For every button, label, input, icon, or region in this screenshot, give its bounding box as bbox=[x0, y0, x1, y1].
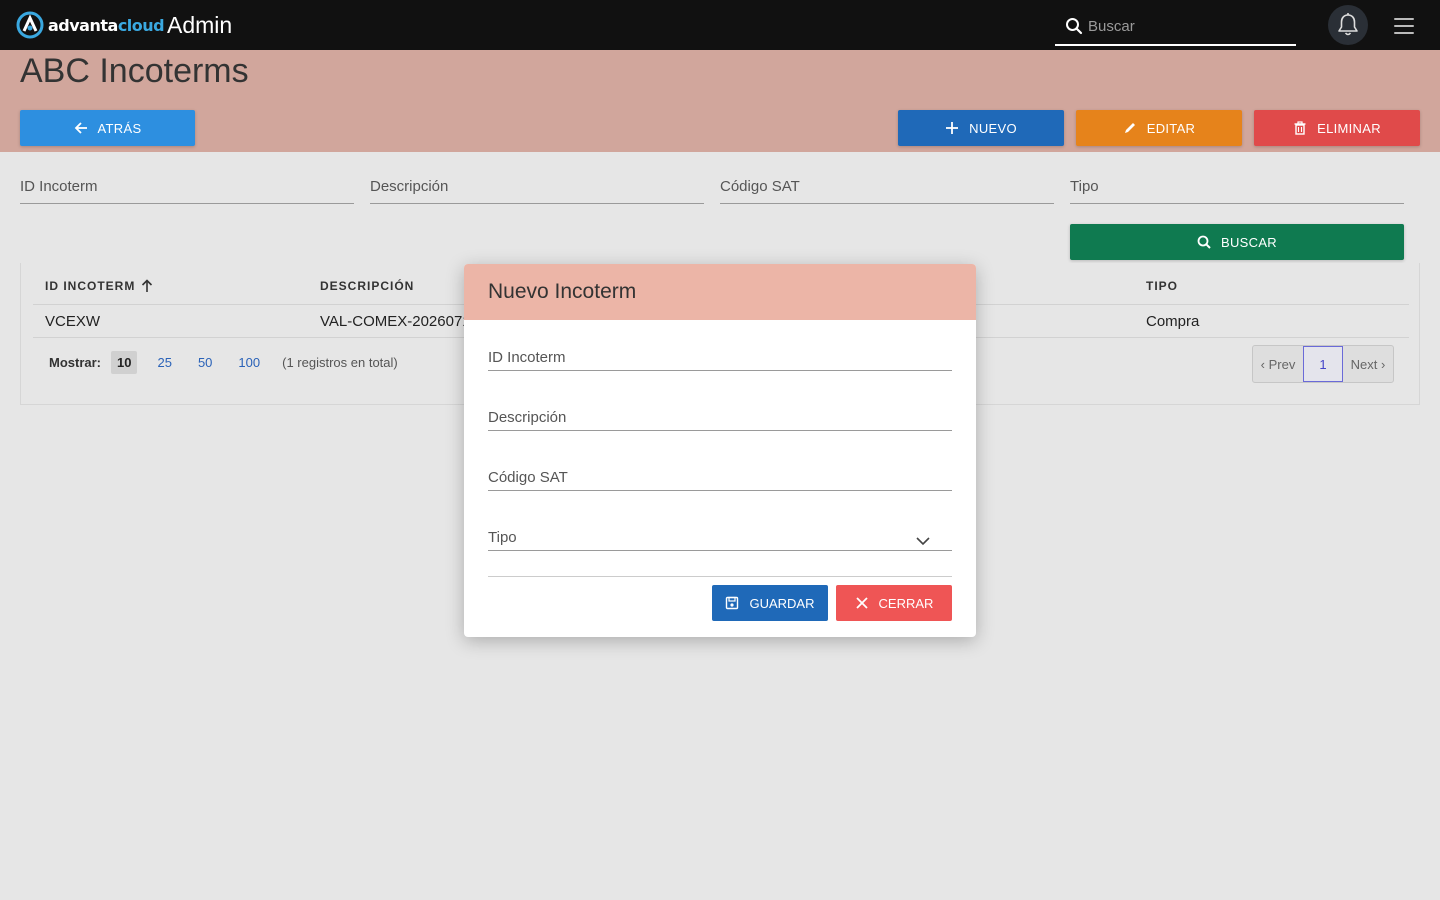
filter-id-incoterm-label: ID Incoterm bbox=[20, 178, 98, 195]
modal-field-descripcion[interactable]: Descripción bbox=[488, 409, 952, 431]
search-icon bbox=[1197, 235, 1211, 249]
logo-text: advantacloud bbox=[48, 15, 165, 35]
plus-icon bbox=[946, 122, 959, 134]
column-header-id-incoterm[interactable]: ID INCOTERM bbox=[45, 279, 153, 293]
new-button[interactable]: NUEVO bbox=[898, 110, 1064, 146]
close-icon bbox=[855, 597, 868, 609]
modal-field-codigo-sat-label: Código SAT bbox=[488, 469, 568, 486]
filter-tipo[interactable]: Tipo bbox=[1070, 178, 1404, 204]
chevron-down-icon bbox=[916, 537, 930, 546]
edit-button-label: EDITAR bbox=[1146, 120, 1196, 136]
search-button-label: BUSCAR bbox=[1221, 234, 1277, 250]
arrow-left-icon bbox=[74, 122, 87, 134]
table-cell-tipo[interactable]: Compra bbox=[1146, 313, 1199, 330]
page-size-selector: Mostrar: 10 25 50 100 (1 registros en to… bbox=[49, 351, 398, 374]
menu-button[interactable] bbox=[1394, 18, 1414, 34]
notifications-button[interactable] bbox=[1328, 5, 1368, 45]
save-button[interactable]: GUARDAR bbox=[712, 585, 828, 621]
search-button[interactable]: BUSCAR bbox=[1070, 224, 1404, 260]
modal-divider bbox=[488, 576, 952, 577]
modal-title: Nuevo Incoterm bbox=[488, 280, 637, 303]
modal-field-id-incoterm[interactable]: ID Incoterm bbox=[488, 349, 952, 371]
modal-field-tipo-label: Tipo bbox=[488, 529, 517, 546]
trash-icon bbox=[1294, 121, 1306, 135]
show-label: Mostrar: bbox=[49, 355, 102, 370]
filter-id-incoterm[interactable]: ID Incoterm bbox=[20, 178, 354, 204]
search-icon bbox=[1066, 18, 1083, 35]
app-title: Admin bbox=[167, 12, 233, 38]
top-navbar: advantacloud Admin bbox=[0, 0, 1440, 50]
close-button[interactable]: CERRAR bbox=[836, 585, 952, 621]
floppy-disk-icon bbox=[726, 596, 739, 610]
prev-page-button[interactable]: ‹ Prev bbox=[1253, 346, 1303, 382]
pencil-icon bbox=[1124, 123, 1135, 133]
table-cell-descripcion[interactable]: VAL-COMEX-20260714 bbox=[320, 313, 479, 330]
next-page-button[interactable]: Next › bbox=[1343, 346, 1393, 382]
back-button[interactable]: ATRÁS bbox=[20, 110, 195, 146]
modal-header: Nuevo Incoterm bbox=[464, 264, 976, 320]
new-button-label: NUEVO bbox=[969, 120, 1017, 136]
delete-button-label: ELIMINAR bbox=[1317, 120, 1381, 136]
page-size-10[interactable]: 10 bbox=[111, 351, 138, 374]
page-size-25[interactable]: 25 bbox=[151, 351, 177, 374]
new-incoterm-modal: Nuevo Incoterm ID Incoterm Descripción C… bbox=[464, 264, 976, 637]
logo[interactable]: advantacloud bbox=[16, 11, 165, 39]
modal-field-descripcion-label: Descripción bbox=[488, 409, 567, 426]
column-header-tipo[interactable]: TIPO bbox=[1146, 279, 1178, 293]
close-button-label: CERRAR bbox=[878, 595, 934, 611]
back-button-label: ATRÁS bbox=[97, 120, 142, 136]
page-size-100[interactable]: 100 bbox=[232, 351, 266, 374]
edit-button[interactable]: EDITAR bbox=[1076, 110, 1242, 146]
delete-button[interactable]: ELIMINAR bbox=[1254, 110, 1420, 146]
global-search[interactable] bbox=[1055, 8, 1296, 46]
column-header-descripcion[interactable]: DESCRIPCIÓN bbox=[320, 279, 414, 293]
page-title: ABC Incoterms bbox=[20, 52, 249, 90]
hamburger-icon bbox=[1394, 18, 1414, 20]
pagination: ‹ Prev 1 Next › bbox=[1252, 345, 1394, 383]
global-search-input[interactable] bbox=[1088, 17, 1288, 35]
sort-ascending-icon bbox=[142, 279, 153, 292]
page-header: ABC Incoterms ATRÁS NUEVO EDITAR ELIMINA… bbox=[0, 50, 1440, 152]
page-size-50[interactable]: 50 bbox=[192, 351, 218, 374]
records-total: (1 registros en total) bbox=[282, 355, 398, 370]
filter-codigo-sat[interactable]: Código SAT bbox=[720, 178, 1054, 204]
filter-tipo-label: Tipo bbox=[1070, 178, 1099, 195]
modal-field-tipo-select[interactable]: Tipo bbox=[488, 529, 952, 551]
filter-codigo-sat-label: Código SAT bbox=[720, 178, 800, 195]
bell-icon bbox=[1338, 13, 1358, 36]
filter-descripcion-label: Descripción bbox=[370, 178, 449, 195]
table-cell-id[interactable]: VCEXW bbox=[45, 313, 100, 330]
save-button-label: GUARDAR bbox=[749, 595, 815, 611]
filter-descripcion[interactable]: Descripción bbox=[370, 178, 704, 204]
modal-field-codigo-sat[interactable]: Código SAT bbox=[488, 469, 952, 491]
page-1-button[interactable]: 1 bbox=[1303, 346, 1343, 382]
advanta-cloud-logo-icon bbox=[16, 11, 44, 39]
modal-field-id-label: ID Incoterm bbox=[488, 349, 566, 366]
